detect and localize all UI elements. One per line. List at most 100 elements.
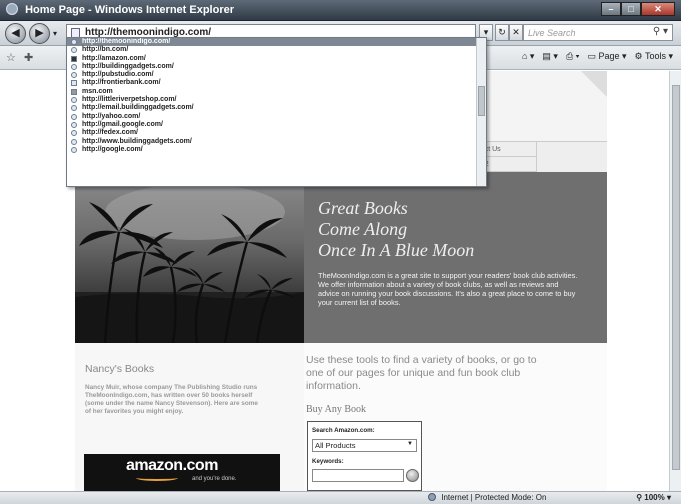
amazon-smile-icon [136,475,178,481]
autocomplete-text: http://littleriverpetshop.com/ [82,96,177,104]
page-menu-icon: ▭ [587,51,596,61]
keywords-label: Keywords: [312,458,344,465]
autocomplete-text: msn.com [82,87,113,95]
nancys-books-column: Nancy's Books Nancy Muir, whose company … [75,343,304,491]
autocomplete-text: http://themoonindigo.com/ [82,38,171,45]
ie-page-icon [71,97,77,104]
autocomplete-item[interactable]: http://email.buildinggadgets.com/ [67,104,486,112]
autocomplete-item[interactable]: http://bn.com/ [67,46,486,54]
autocomplete-scroll-thumb[interactable] [478,86,485,116]
autocomplete-item[interactable]: msn.com [67,88,486,96]
security-zone-text: Internet | Protected Mode: On [441,493,547,502]
recent-pages-icon[interactable]: ▾ [53,29,57,38]
headline-line: Come Along [318,219,408,239]
zoom-level: 100% [644,493,665,502]
ie-page-icon [71,121,77,128]
ie-page-icon [71,130,77,137]
address-autocomplete: http://themoonindigo.com/ http://bn.com/… [66,37,487,187]
globe-icon [428,493,436,501]
autocomplete-item[interactable]: http://frontierbank.com/ [67,79,486,87]
autocomplete-text: http://pubstudio.com/ [82,71,154,79]
autocomplete-text: http://amazon.com/ [82,54,146,62]
search-placeholder: Live Search [528,28,576,38]
autocomplete-item[interactable]: http://themoonindigo.com/ [67,38,486,47]
page-fold-decoration [581,71,607,97]
chevron-down-icon: ▼ [407,441,413,447]
hero-banner: Great Books Come Along Once In A Blue Mo… [75,172,607,343]
autocomplete-item[interactable]: http://www.buildinggadgets.com/ [67,138,486,146]
autocomplete-text: http://email.buildinggadgets.com/ [82,104,194,112]
hero-headline: Great Books Come Along Once In A Blue Mo… [318,198,474,261]
hero-text-panel: Great Books Come Along Once In A Blue Mo… [304,172,607,343]
ie-page-icon [71,72,77,79]
amazon-search-widget: Search Amazon.com: All Products ▼ Keywor… [307,421,422,491]
back-button[interactable]: ◀ [5,23,26,44]
buy-any-book-heading: Buy Any Book [306,404,367,415]
search-input[interactable]: Live Search ⚲ ▾ [523,24,673,41]
page-scroll-thumb[interactable] [672,85,680,470]
home-icon[interactable]: ⌂ ▾ [522,51,534,62]
window-controls: – □ ✕ [601,2,675,16]
autocomplete-text: http://fedex.com/ [82,129,139,137]
autocomplete-scrollbar[interactable] [476,38,486,186]
autocomplete-text: http://yahoo.com/ [82,112,141,120]
autocomplete-item[interactable]: http://amazon.com/ [67,55,486,63]
forward-button[interactable]: ▶ [29,23,50,44]
category-select[interactable]: All Products ▼ [312,439,417,452]
search-icon[interactable]: ⚲ ▾ [653,26,668,37]
autocomplete-item[interactable]: http://buildinggadgets.com/ [67,63,486,71]
autocomplete-item[interactable]: http://fedex.com/ [67,129,486,137]
minimize-button[interactable]: – [601,2,621,16]
feeds-icon[interactable]: ▤ ▾ [542,51,558,62]
go-button[interactable] [406,469,419,482]
zoom-control[interactable]: ⚲ 100% ▾ [636,493,671,502]
autocomplete-item[interactable]: http://pubstudio.com/ [67,71,486,79]
headline-line: Once In A Blue Moon [318,240,475,260]
amazon-tagline: and you're done. [192,476,237,482]
msn-favicon-icon [71,88,77,95]
close-button[interactable]: ✕ [641,2,675,16]
bank-favicon-icon [71,80,77,87]
autocomplete-text: http://frontierbank.com/ [82,79,161,87]
autocomplete-text: http://bn.com/ [82,46,129,54]
page-menu[interactable]: ▭ Page ▾ [587,51,626,62]
autocomplete-item[interactable]: http://yahoo.com/ [67,113,486,121]
status-bar: Internet | Protected Mode: On ⚲ 100% ▾ [0,491,681,504]
favorites-star-icon[interactable]: ☆ [6,51,16,64]
amazon-banner[interactable]: amazon.com and you're done. [84,454,280,491]
page-icon [71,39,77,45]
stop-button[interactable]: ✕ [509,24,523,41]
search-amazon-label: Search Amazon.com: [312,427,375,434]
keywords-input[interactable] [312,469,404,482]
maximize-button[interactable]: □ [621,2,641,16]
amazon-wordmark: amazon.com [126,457,218,474]
window-title: Home Page - Windows Internet Explorer [25,4,234,16]
command-bar: ⌂ ▾ ▤ ▾ ⎙ ▾ ▭ Page ▾ ⚙ Tools ▾ [522,51,673,62]
window-titlebar: Home Page - Windows Internet Explorer – … [0,0,681,21]
category-value: All Products [315,441,356,450]
autocomplete-item[interactable]: http://google.com/ [67,146,486,154]
page-menu-label: Page [598,51,620,61]
tools-menu[interactable]: ⚙ Tools ▾ [635,51,673,62]
hero-intro: TheMoonIndigo.com is a great site to sup… [318,271,578,307]
gear-icon: ⚙ [634,51,643,61]
autocomplete-item[interactable]: http://gmail.google.com/ [67,121,486,129]
tools-intro: Use these tools to find a variety of boo… [306,354,537,392]
ie-page-icon [71,63,77,70]
autocomplete-text: http://google.com/ [82,145,143,153]
autocomplete-item[interactable]: http://littleriverpetshop.com/ [67,96,486,104]
ie-page-icon [71,146,77,153]
ie-page-icon [71,47,77,54]
refresh-button[interactable]: ↻ [495,24,509,41]
palm-trees-sunset-image [75,172,304,343]
add-favorites-icon[interactable]: ✚ [24,51,33,64]
magnifier-icon: ⚲ [636,493,643,502]
security-zone[interactable]: Internet | Protected Mode: On [428,493,546,502]
ie-page-icon [71,105,77,112]
amazon-favicon-icon [71,55,77,62]
page-scrollbar[interactable] [669,71,681,491]
ie-logo-icon [6,3,18,15]
site-nav: ntact Us oto2 [467,141,607,172]
autocomplete-text: http://www.buildinggadgets.com/ [82,137,192,145]
print-icon[interactable]: ⎙ ▾ [566,51,579,62]
